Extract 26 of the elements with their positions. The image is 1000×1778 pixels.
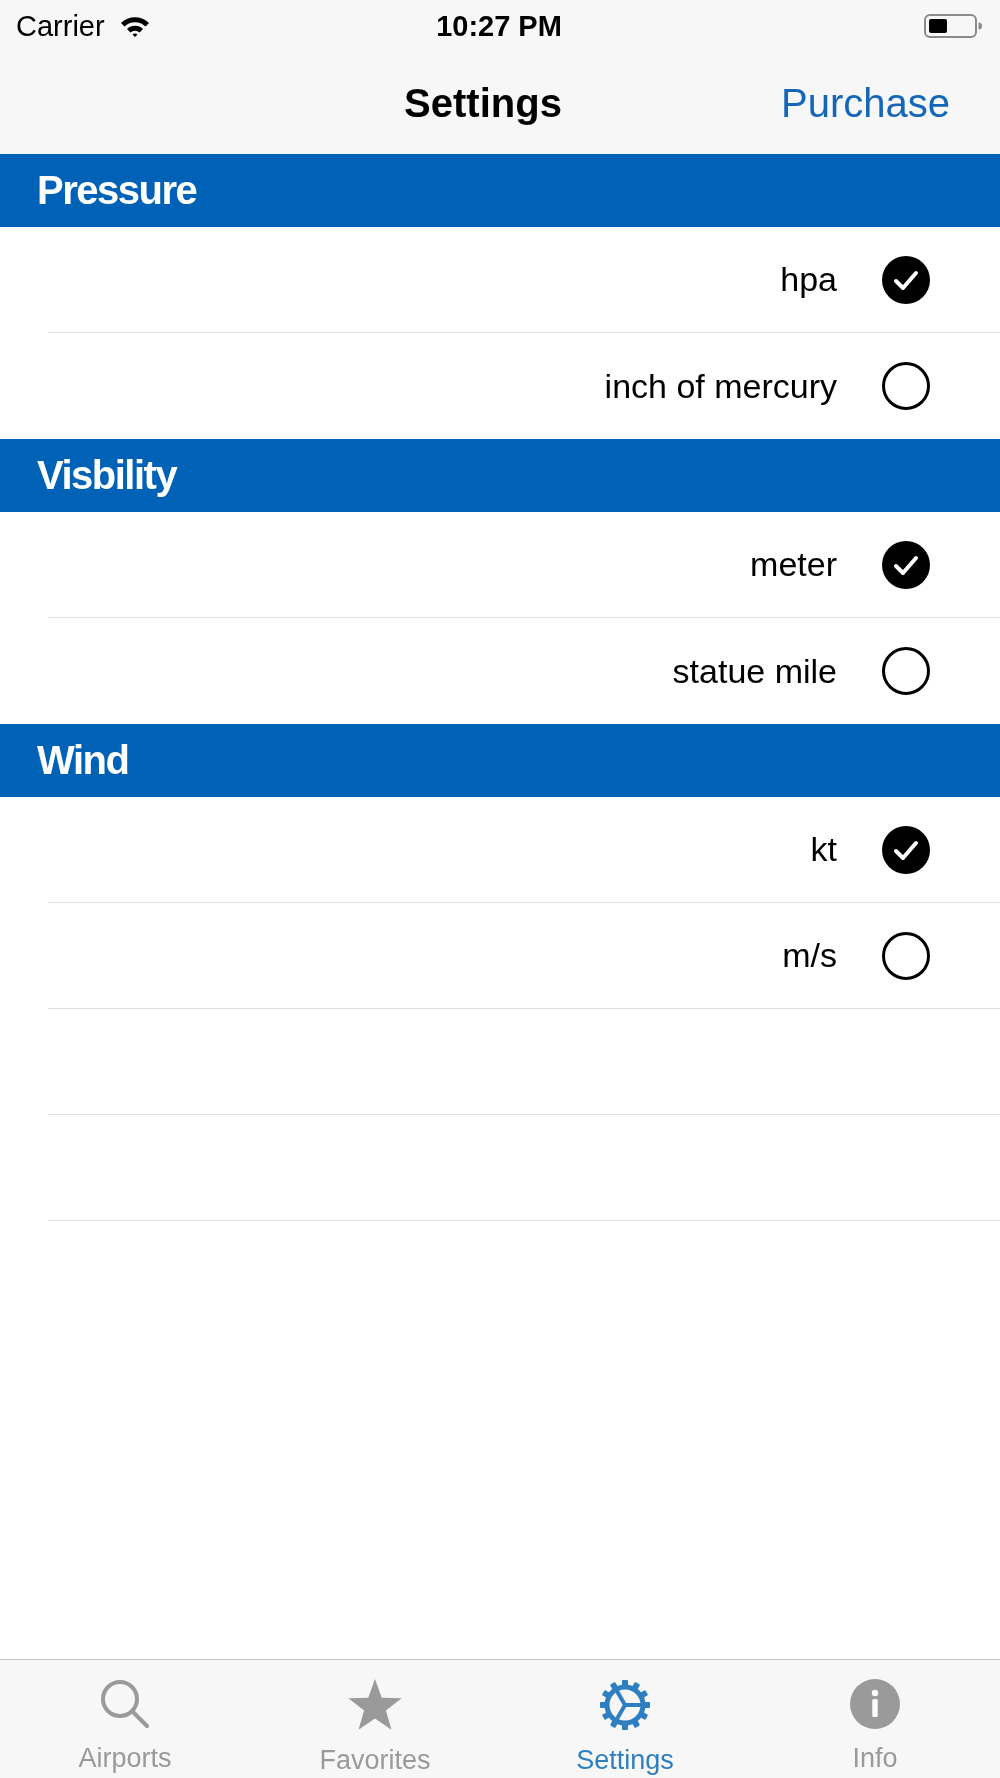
purchase-button[interactable]: Purchase xyxy=(781,80,950,126)
info-icon xyxy=(850,1679,900,1729)
wifi-icon xyxy=(119,15,150,37)
empty-circle-icon[interactable] xyxy=(882,931,930,980)
status-time: 10:27 PM xyxy=(436,9,562,43)
empty-circle-icon[interactable] xyxy=(882,362,930,410)
section-title: Pressure xyxy=(37,168,197,213)
star-icon xyxy=(347,1679,403,1731)
section-title: Wind xyxy=(37,738,129,783)
option-label[interactable]: statue mile xyxy=(672,651,837,691)
tab-bar-item[interactable]: Settings xyxy=(576,1679,674,1776)
option-label[interactable]: inch of mercury xyxy=(604,366,837,406)
checked-circle-icon[interactable] xyxy=(882,540,930,589)
carrier-name: Carrier xyxy=(16,9,105,43)
empty-circle-icon[interactable] xyxy=(882,647,930,695)
option-label[interactable]: m/s xyxy=(782,936,837,975)
section-title: Visbility xyxy=(37,453,177,498)
gear-icon xyxy=(599,1679,651,1731)
option-label[interactable]: kt xyxy=(810,830,837,869)
nav-title: Settings xyxy=(404,80,562,126)
search-icon xyxy=(100,1679,150,1729)
battery-icon xyxy=(924,14,982,38)
checked-circle-icon[interactable] xyxy=(882,825,930,874)
option-label[interactable]: meter xyxy=(750,545,837,584)
checked-circle-icon[interactable] xyxy=(882,255,930,304)
option-label[interactable]: hpa xyxy=(780,260,837,299)
